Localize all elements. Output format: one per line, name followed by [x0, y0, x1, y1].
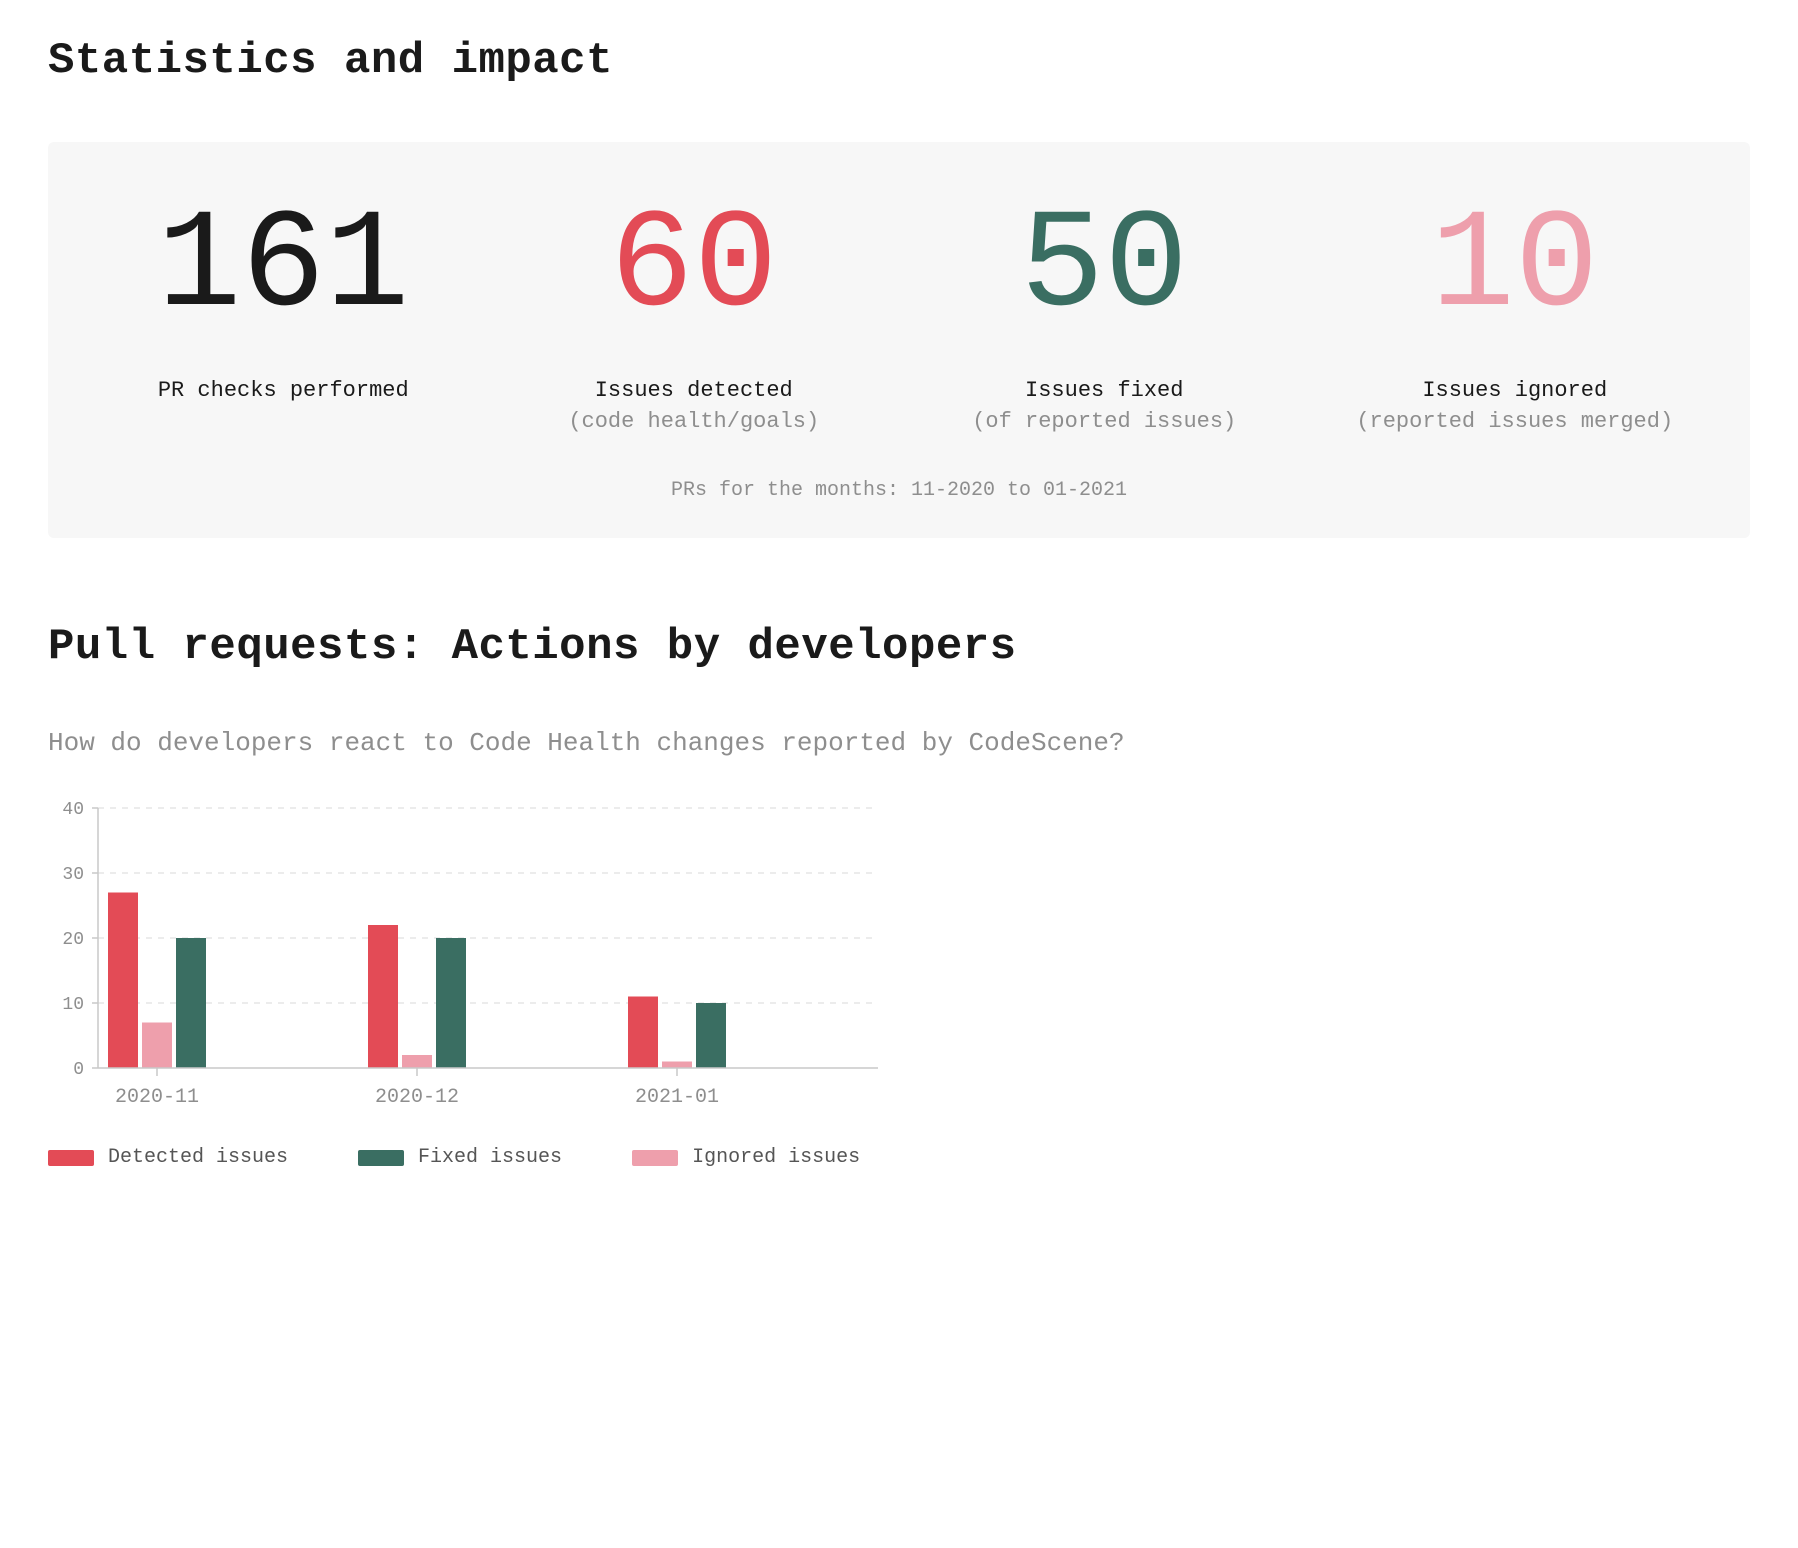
- x-tick-label: 2020-12: [375, 1086, 459, 1109]
- legend-swatch: [358, 1150, 404, 1166]
- legend-label: Ignored issues: [692, 1146, 860, 1169]
- legend-swatch: [48, 1150, 94, 1166]
- chart-legend: Detected issues Fixed issues Ignored issue…: [48, 1146, 888, 1169]
- stat-value: 60: [499, 198, 890, 338]
- y-tick-label: 0: [73, 1060, 84, 1080]
- y-tick-label: 20: [62, 930, 84, 950]
- legend-item: Fixed issues: [358, 1146, 562, 1169]
- stats-row: 161 PR checks performed 60 Issues detect…: [88, 198, 1710, 437]
- bar: [662, 1062, 692, 1069]
- stat-issues-ignored: 10 Issues ignored (reported issues merge…: [1320, 198, 1711, 434]
- x-tick-label: 2020-11: [115, 1086, 199, 1109]
- section-title-pr-actions: Pull requests: Actions by developers: [48, 622, 1750, 672]
- legend-label: Detected issues: [108, 1146, 288, 1169]
- stat-label: Issues detected: [499, 378, 890, 403]
- legend-swatch: [632, 1150, 678, 1166]
- x-tick-label: 2021-01: [635, 1086, 719, 1109]
- bar: [402, 1055, 432, 1068]
- stat-label: PR checks performed: [88, 378, 479, 403]
- stat-sublabel: (reported issues merged): [1320, 409, 1711, 434]
- stat-label: Issues fixed: [909, 378, 1300, 403]
- stat-label: Issues ignored: [1320, 378, 1711, 403]
- stat-value: 10: [1320, 198, 1711, 338]
- stat-value: 161: [88, 198, 479, 338]
- bar: [696, 1003, 726, 1068]
- bar: [108, 893, 138, 1069]
- stat-sublabel: (of reported issues): [909, 409, 1300, 434]
- bar: [176, 938, 206, 1068]
- stat-pr-checks: 161 PR checks performed: [88, 198, 479, 437]
- section-title-stats: Statistics and impact: [48, 36, 1750, 86]
- y-tick-label: 30: [62, 865, 84, 885]
- stat-issues-detected: 60 Issues detected (code health/goals): [499, 198, 890, 434]
- y-tick-label: 10: [62, 995, 84, 1015]
- stat-sublabel: [88, 409, 479, 437]
- bar-chart: 0 10 20 30 40 2020-11 2020-12 2021-01: [48, 798, 888, 1118]
- legend-item: Ignored issues: [632, 1146, 860, 1169]
- stats-panel: 161 PR checks performed 60 Issues detect…: [48, 142, 1750, 538]
- bar: [436, 938, 466, 1068]
- bar: [142, 1023, 172, 1069]
- bar: [368, 925, 398, 1068]
- legend-item: Detected issues: [48, 1146, 288, 1169]
- y-tick-label: 40: [62, 800, 84, 820]
- stat-issues-fixed: 50 Issues fixed (of reported issues): [909, 198, 1300, 434]
- chart-subtitle: How do developers react to Code Health c…: [48, 728, 1750, 758]
- stat-value: 50: [909, 198, 1300, 338]
- legend-label: Fixed issues: [418, 1146, 562, 1169]
- stat-sublabel: (code health/goals): [499, 409, 890, 434]
- chart-container: 0 10 20 30 40 2020-11 2020-12 2021-01 Detected …: [48, 798, 888, 1169]
- bar: [628, 997, 658, 1069]
- stats-footer: PRs for the months: 11-2020 to 01-2021: [88, 479, 1710, 502]
